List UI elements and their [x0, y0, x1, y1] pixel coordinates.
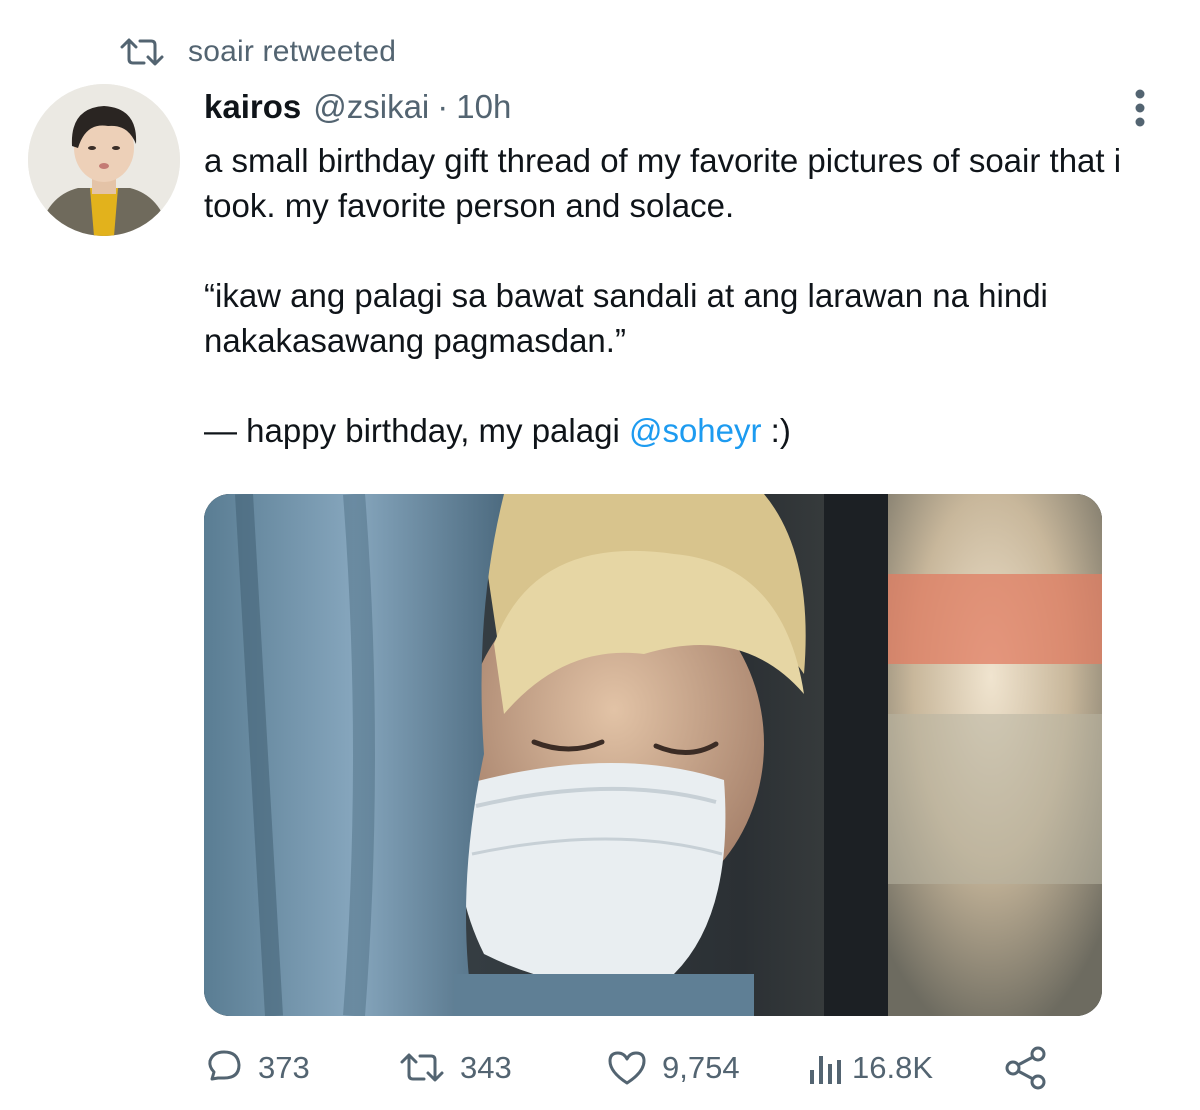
share-button[interactable] — [1004, 1040, 1048, 1096]
views-button[interactable]: 16.8K — [808, 1040, 933, 1096]
reply-count: 373 — [258, 1050, 310, 1085]
views-count: 16.8K — [852, 1050, 934, 1085]
share-icon — [1004, 1046, 1048, 1090]
more-vertical-icon — [1133, 88, 1147, 133]
avatar[interactable] — [28, 84, 180, 236]
analytics-icon — [808, 1048, 844, 1088]
like-button[interactable]: 9,754 — [606, 1040, 740, 1096]
reply-icon — [204, 1048, 244, 1088]
tweet-time[interactable]: 10h — [456, 88, 511, 126]
paragraph-3-suffix: :) — [761, 412, 791, 449]
tweet-text: a small birthday gift thread of my favor… — [204, 138, 1164, 453]
tweet-header: kairos @zsikai · 10h — [204, 88, 511, 134]
more-options-button[interactable] — [1120, 88, 1160, 132]
tweet-paragraph-2: “ikaw ang palagi sa bawat sandali at ang… — [204, 277, 1048, 359]
retweet-banner-label: soair retweeted — [188, 35, 397, 68]
paragraph-3-prefix: — happy birthday, my palagi — [204, 412, 629, 449]
heart-icon — [606, 1048, 648, 1088]
retweet-icon — [118, 32, 166, 72]
tweet-photo[interactable] — [204, 494, 1102, 1016]
tweet-paragraph-3: — happy birthday, my palagi @soheyr :) — [204, 408, 1164, 453]
author-name[interactable]: kairos — [204, 88, 301, 126]
tweet-actions: 373 343 9,754 16.8K — [204, 1040, 1064, 1096]
retweet-button[interactable]: 343 — [398, 1040, 512, 1096]
like-count: 9,754 — [662, 1050, 740, 1085]
tweet-paragraph-1: a small birthday gift thread of my favor… — [204, 142, 1122, 224]
author-handle[interactable]: @zsikai — [313, 88, 429, 126]
mention-link[interactable]: @soheyr — [629, 412, 762, 449]
reply-button[interactable]: 373 — [204, 1040, 310, 1096]
retweet-count: 343 — [460, 1050, 512, 1085]
retweet-banner[interactable]: soair retweeted — [118, 30, 396, 74]
retweet-icon — [398, 1050, 446, 1086]
header-separator: · — [437, 88, 449, 125]
tweet-view: soair retweeted kairos @zsikai · 10h a s… — [0, 0, 1200, 1110]
